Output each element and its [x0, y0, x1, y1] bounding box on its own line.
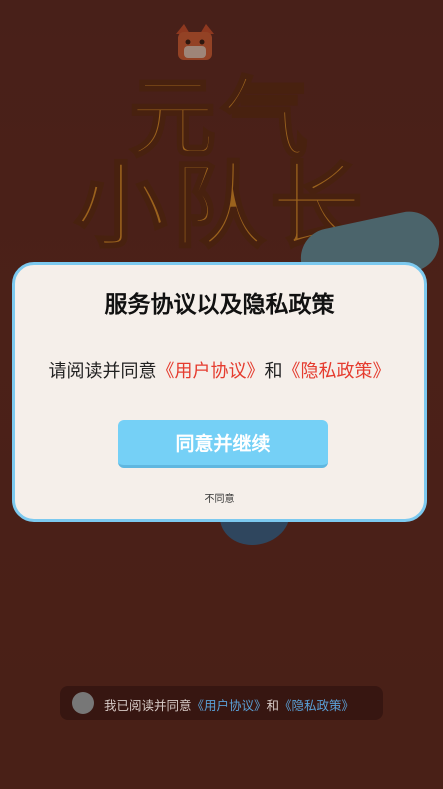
agree-continue-button[interactable]: 同意并继续	[118, 420, 328, 468]
disagree-link[interactable]: 不同意	[15, 490, 424, 505]
dialog-and: 和	[264, 361, 283, 382]
agreement-bar: 我已阅读并同意《用户协议》和《隐私政策》	[60, 686, 383, 720]
dialog-title: 服务协议以及隐私政策	[104, 292, 335, 318]
user-agreement-link[interactable]: 《用户协议》	[157, 361, 265, 382]
agreement-radio[interactable]	[72, 692, 94, 714]
agreement-text-prefix: 我已阅读并同意	[104, 698, 192, 713]
dialog-text-prefix: 请阅读并同意	[48, 361, 157, 382]
dialog-message: 请阅读并同意《用户协议》和《隐私政策》	[15, 357, 424, 383]
agreement-text: 我已阅读并同意《用户协议》和《隐私政策》	[104, 695, 354, 714]
privacy-dialog: 服务协议以及隐私政策 请阅读并同意《用户协议》和《隐私政策》 同意并继续 不同意	[12, 262, 427, 522]
bar-user-agreement-link[interactable]: 《用户协议》	[192, 698, 267, 713]
privacy-policy-link[interactable]: 《隐私政策》	[283, 361, 391, 382]
bar-privacy-policy-link[interactable]: 《隐私政策》	[279, 698, 354, 713]
bar-and: 和	[266, 698, 280, 713]
